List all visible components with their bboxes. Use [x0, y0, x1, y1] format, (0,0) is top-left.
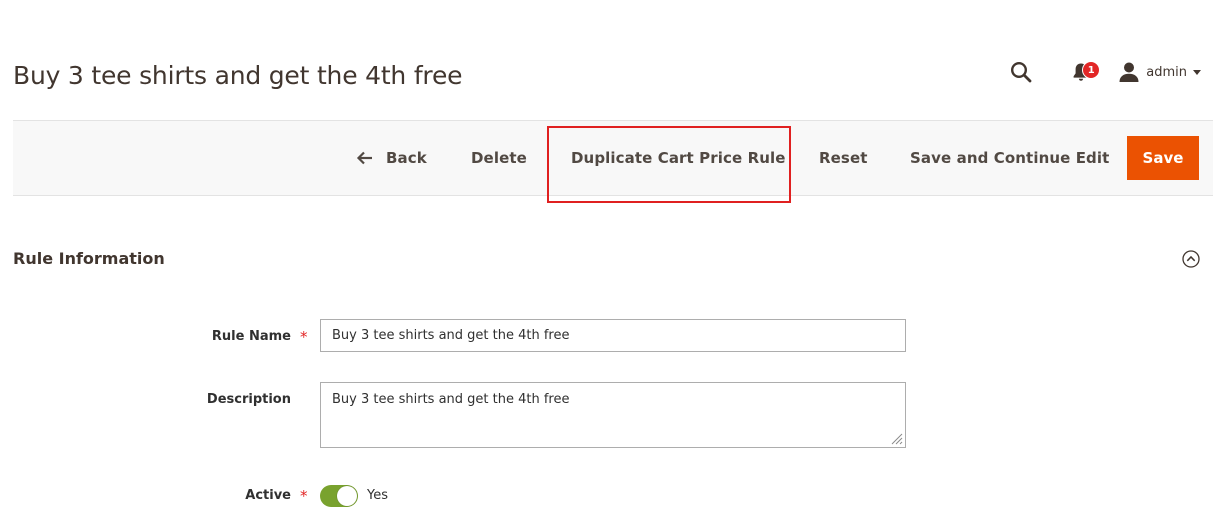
- user-icon: [1119, 62, 1139, 82]
- search-button[interactable]: [1006, 57, 1036, 87]
- collapse-section-icon[interactable]: [1181, 249, 1201, 269]
- caret-down-icon: [1193, 69, 1201, 75]
- description-label: Description: [206, 392, 291, 407]
- duplicate-rule-button[interactable]: Duplicate Cart Price Rule: [571, 121, 786, 195]
- rule-name-input[interactable]: [320, 319, 906, 352]
- rule-name-label: Rule Name: [211, 329, 291, 344]
- notifications-button[interactable]: 1: [1066, 57, 1101, 87]
- user-menu[interactable]: admin: [1118, 61, 1201, 83]
- required-marker: *: [300, 487, 308, 505]
- delete-button[interactable]: Delete: [471, 121, 527, 195]
- back-button-label: Back: [386, 149, 427, 167]
- back-button[interactable]: Back: [356, 121, 427, 195]
- page-title: Buy 3 tee shirts and get the 4th free: [13, 61, 463, 90]
- header-actions: 1 admin: [1006, 55, 1201, 89]
- required-marker: *: [300, 328, 308, 346]
- reset-button[interactable]: Reset: [819, 121, 868, 195]
- save-button[interactable]: Save: [1127, 136, 1199, 180]
- active-toggle[interactable]: [320, 485, 358, 507]
- active-label: Active: [245, 488, 291, 503]
- save-and-continue-button[interactable]: Save and Continue Edit: [910, 121, 1109, 195]
- toggle-knob: [337, 486, 357, 506]
- active-toggle-value: Yes: [367, 488, 388, 503]
- page-actions-toolbar: Back Delete Duplicate Cart Price Rule Re…: [13, 120, 1213, 196]
- description-textarea[interactable]: Buy 3 tee shirts and get the 4th free: [320, 382, 906, 448]
- user-name: admin: [1146, 64, 1187, 80]
- search-icon: [1011, 61, 1032, 83]
- section-title: Rule Information: [13, 249, 165, 268]
- notifications-count-badge: 1: [1082, 61, 1101, 79]
- arrow-left-icon: [356, 151, 372, 165]
